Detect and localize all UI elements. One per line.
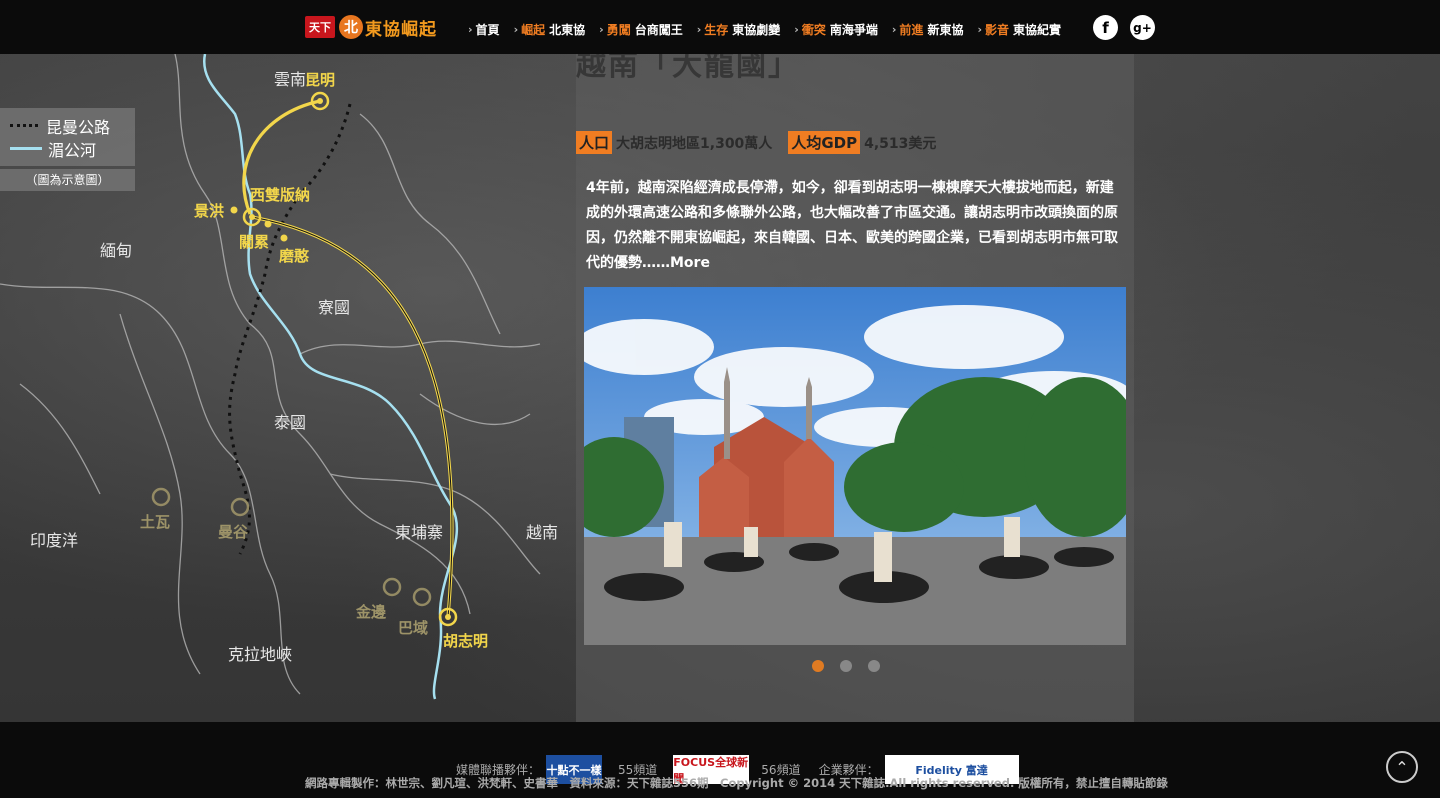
label-dawei: 土瓦 <box>140 513 170 531</box>
population-value: 大胡志明地區1,300萬人 <box>616 135 773 152</box>
article-photo[interactable] <box>584 287 1126 645</box>
label-laos: 寮國 <box>318 298 350 317</box>
logo-title: 東協崛起 <box>365 19 437 40</box>
article-body[interactable]: 4年前，越南深陷經濟成長停滯，如今，卻看到胡志明一棟棟摩天大樓拔地而起，新建成的… <box>586 176 1126 276</box>
label-xishuangbanna: 西雙版納 <box>250 186 310 204</box>
logo-badge: 天下 <box>305 16 335 38</box>
label-yunnan: 雲南 <box>274 70 306 89</box>
label-jinghong: 景洪 <box>194 202 224 220</box>
chevron-right-icon: › <box>468 23 473 36</box>
footer-credits: 網路專輯製作：林世宗、劉凡瑄、洪梵軒、史書華 資料來源：天下雜誌556期 Cop… <box>305 776 1168 790</box>
chevron-right-icon: › <box>513 23 519 36</box>
carousel-indicators <box>812 660 880 672</box>
chevron-right-icon: › <box>599 23 604 36</box>
carousel-dot-1[interactable] <box>812 660 824 672</box>
back-to-top-button[interactable]: ⌃ <box>1386 751 1418 783</box>
chevron-right-icon: › <box>977 23 982 36</box>
label-hochiminh: 胡志明 <box>443 632 488 650</box>
label-cambodia: 東埔寨 <box>395 523 443 542</box>
label-guanlei: 關累 <box>239 233 269 251</box>
label-mohan: 磨憨 <box>278 247 310 265</box>
chevron-right-icon: › <box>891 23 897 36</box>
article-stats: 人口 大胡志明地區1,300萬人 人均GDP 4,513美元 <box>576 131 952 154</box>
label-phnompenh: 金邊 <box>355 603 386 621</box>
nav-item-home[interactable]: › 首頁 <box>468 21 500 38</box>
river-line-icon <box>10 147 42 150</box>
facebook-icon[interactable]: f <box>1093 15 1118 40</box>
label-myanmar: 緬甸 <box>100 241 132 260</box>
nav-item-survival[interactable]: › 生存 東協劇變 <box>697 21 781 38</box>
gdp-value: 4,513美元 <box>864 135 937 152</box>
label-bavet: 巴域 <box>398 619 428 637</box>
label-vietnam: 越南 <box>526 523 558 542</box>
label-kra-isthmus: 克拉地峽 <box>228 645 292 664</box>
site-logo[interactable]: 天下 北 東協崛起 <box>305 10 437 44</box>
gdp-tag: 人均GDP <box>788 131 861 154</box>
chevron-right-icon: › <box>696 23 702 36</box>
label-thailand: 泰國 <box>274 413 306 432</box>
population-tag: 人口 <box>576 131 613 154</box>
label-kunming: 昆明 <box>305 71 335 89</box>
saigon-cathedral-image <box>584 287 1126 645</box>
nav-item-video[interactable]: › 影音 東協紀實 <box>977 21 1061 38</box>
label-bangkok: 曼谷 <box>218 523 249 541</box>
legend-road-label: 昆曼公路 <box>46 117 111 137</box>
nav-item-venture[interactable]: › 勇闖 台商闖王 <box>599 21 683 38</box>
carousel-dot-3[interactable] <box>868 660 880 672</box>
label-indian-ocean: 印度洋 <box>30 531 78 550</box>
legend-river-label: 湄公河 <box>48 140 97 160</box>
googleplus-icon[interactable]: g+ <box>1130 15 1155 40</box>
carousel-dot-2[interactable] <box>840 660 852 672</box>
main-nav: › 首頁 › 崛起 北東協 › 勇闖 台商闖王 › 生存 東協劇變 › 衝突 南海爭端 › 前進 新東… <box>468 21 1061 38</box>
legend-note: （圖為示意圖） <box>0 169 135 191</box>
nav-item-forward[interactable]: › 前進 新東協 <box>892 21 964 38</box>
chevron-up-icon: ⌃ <box>1395 757 1409 777</box>
logo-north-icon: 北 <box>339 15 363 39</box>
chevron-right-icon: › <box>794 23 799 36</box>
nav-item-conflict[interactable]: › 衝突 南海爭端 <box>794 21 878 38</box>
page-footer: 媒體聯播夥伴： 十點不一樣 55頻道 FOCUS全球新聞 56頻道 企業夥伴： … <box>0 722 1440 798</box>
map-legend: 昆曼公路 湄公河 <box>0 108 135 166</box>
nav-item-rise[interactable]: › 崛起 北東協 <box>514 21 586 38</box>
road-line-icon <box>10 124 38 127</box>
top-navigation-bar: 天下 北 東協崛起 › 首頁 › 崛起 北東協 › 勇闖 台商闖王 › 生存 東協劇變 › 衝突… <box>0 0 1440 54</box>
